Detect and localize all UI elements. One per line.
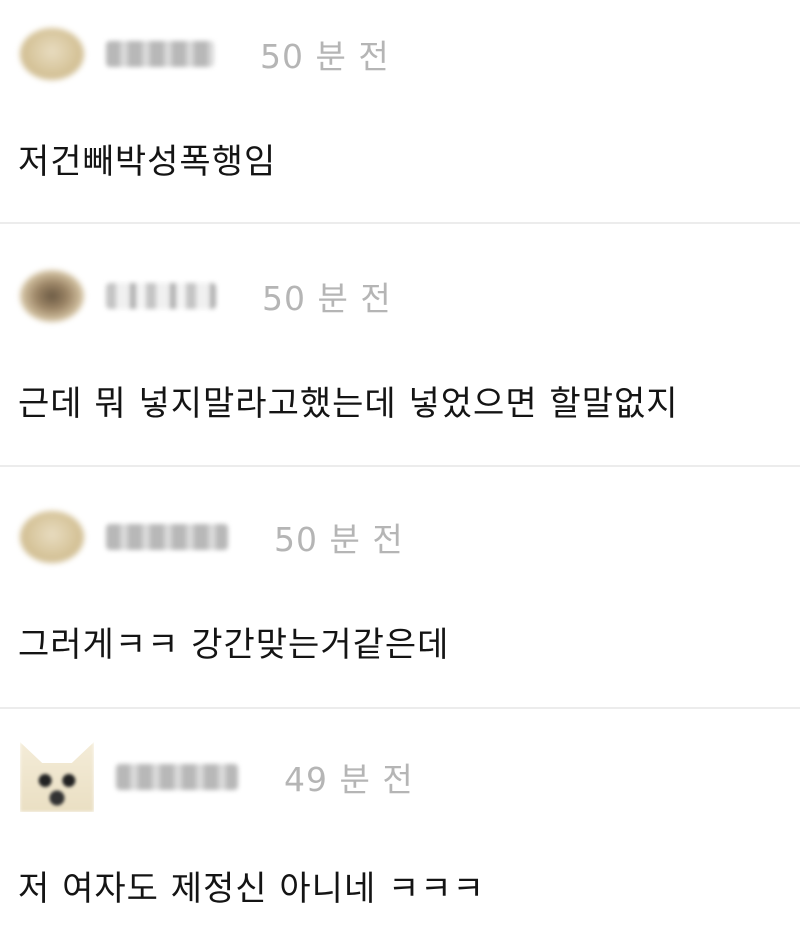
comment-header: 50 분 전 <box>20 24 390 84</box>
comment-text: 저건빼박성폭행임 <box>18 142 277 182</box>
username-blurred[interactable] <box>106 41 214 67</box>
comment-time: 49 분 전 <box>284 760 414 799</box>
comment-text: 그러게ㅋㅋ 강간맞는거같은데 <box>18 625 450 665</box>
username-blurred[interactable] <box>116 764 238 790</box>
comment-time: 50 분 전 <box>262 279 392 318</box>
avatar[interactable] <box>20 742 94 812</box>
comment-item: 49 분 전 저 여자도 제정신 아니네 ㅋㅋㅋ <box>0 709 800 946</box>
comment-time: 50 분 전 <box>274 520 404 559</box>
comment-text: 저 여자도 제정신 아니네 ㅋㅋㅋ <box>18 869 485 909</box>
comment-header: 49 분 전 <box>20 742 414 812</box>
comment-time: 50 분 전 <box>260 37 390 76</box>
avatar[interactable] <box>20 511 84 563</box>
comment-list: 50 분 전 저건빼박성폭행임 50 분 전 근데 뭐 넣지말라고했는데 넣었으… <box>0 0 800 946</box>
comment-item: 50 분 전 그러게ㅋㅋ 강간맞는거같은데 <box>0 467 800 709</box>
username-blurred[interactable] <box>106 283 216 309</box>
comment-header: 50 분 전 <box>20 266 392 326</box>
comment-item: 50 분 전 저건빼박성폭행임 <box>0 0 800 224</box>
avatar[interactable] <box>20 270 84 322</box>
comment-text: 근데 뭐 넣지말라고했는데 넣었으면 할말없지 <box>18 384 679 424</box>
avatar[interactable] <box>20 28 84 80</box>
username-blurred[interactable] <box>106 524 228 550</box>
comment-item: 50 분 전 근데 뭐 넣지말라고했는데 넣었으면 할말없지 <box>0 224 800 467</box>
comment-header: 50 분 전 <box>20 507 404 567</box>
